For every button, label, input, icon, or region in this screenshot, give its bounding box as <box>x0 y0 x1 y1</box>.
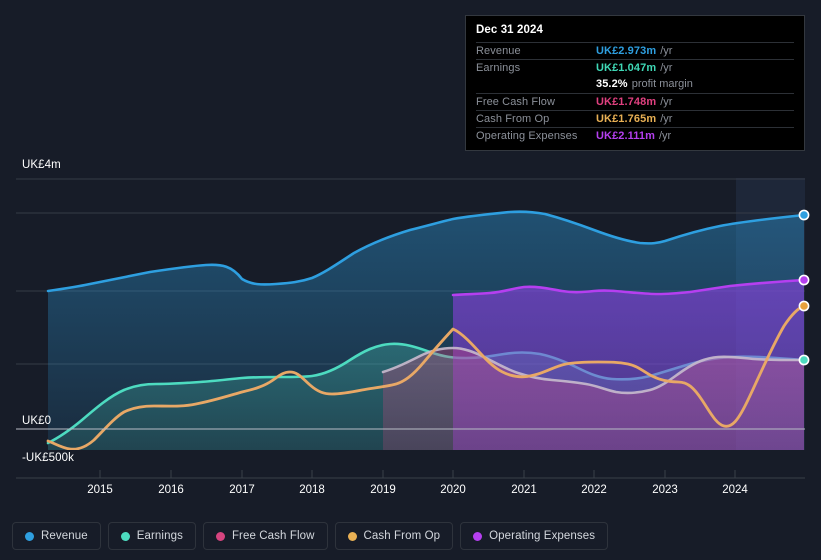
legend-item-earnings[interactable]: Earnings <box>107 522 196 550</box>
tooltip-row-value: UK£1.765m <box>596 113 657 125</box>
tooltip-row-value-wrap: UK£1.748m/yr <box>596 96 672 108</box>
tooltip-row: Operating Expenses UK£2.111m/yr <box>476 127 794 144</box>
tooltip-row-label: Revenue <box>476 45 521 57</box>
tooltip-row: Revenue UK£2.973m/yr <box>476 42 794 59</box>
x-axis-label-2017: 2017 <box>229 484 255 496</box>
tooltip-row-unit: /yr <box>660 45 673 57</box>
tooltip-row-value: UK£1.748m <box>596 96 657 108</box>
legend-item-free-cash-flow[interactable]: Free Cash Flow <box>202 522 328 550</box>
x-axis-label-2015: 2015 <box>87 484 113 496</box>
legend-color-dot-icon <box>473 531 483 541</box>
x-axis-label-2021: 2021 <box>511 484 537 496</box>
y-axis-label-top: UK£4m <box>22 159 61 171</box>
tooltip-date: Dec 31 2024 <box>476 24 543 36</box>
legend-color-dot-icon <box>25 531 34 541</box>
tooltip-row-unit: /yr <box>660 113 673 125</box>
legend-item-label: Earnings <box>136 530 183 542</box>
tooltip-row-unit: /yr <box>660 96 673 108</box>
tooltip-row-value-wrap: 35.2% profit margin <box>596 78 693 90</box>
x-axis-label-2016: 2016 <box>158 484 184 496</box>
tooltip-row-unit: profit margin <box>631 78 693 90</box>
tooltip-row-value-wrap: UK£2.111m/yr <box>596 130 671 142</box>
tooltip-row-value-wrap: UK£2.973m/yr <box>596 45 672 57</box>
endpoint-cash-from-op[interactable] <box>798 300 810 312</box>
x-axis-label-2024: 2024 <box>722 484 748 496</box>
legend-item-label: Free Cash Flow <box>231 530 315 542</box>
tooltip-row: Free Cash Flow UK£1.748m/yr <box>476 93 794 110</box>
tooltip-row: Cash From Op UK£1.765m/yr <box>476 110 794 127</box>
tooltip-row-label: Cash From Op <box>476 113 550 125</box>
x-axis-label-2019: 2019 <box>370 484 396 496</box>
legend-item-label: Operating Expenses <box>489 530 596 542</box>
legend-item-label: Cash From Op <box>363 530 441 542</box>
tooltip-row: 35.2% profit margin <box>476 76 794 93</box>
tooltip-rows: Revenue UK£2.973m/yr Earnings UK£1.047m/yr 3… <box>476 42 794 144</box>
endpoint-operating-expenses[interactable] <box>798 274 810 286</box>
x-axis-label-2023: 2023 <box>652 484 678 496</box>
legend-item-operating-expenses[interactable]: Operating Expenses <box>460 522 609 550</box>
tooltip-row-value: UK£2.111m <box>596 130 655 142</box>
tooltip-row-value: UK£2.973m <box>596 45 657 57</box>
x-axis-label-2020: 2020 <box>440 484 466 496</box>
x-axis-label-2022: 2022 <box>581 484 607 496</box>
chart-legend[interactable]: Revenue Earnings Free Cash Flow Cash From O… <box>12 522 609 550</box>
legend-color-dot-icon <box>120 531 130 541</box>
tooltip-row-label: Earnings <box>476 62 521 74</box>
tooltip-row-value-wrap: UK£1.765m/yr <box>596 113 672 125</box>
tooltip-row-label: Free Cash Flow <box>476 96 556 108</box>
endpoint-earnings[interactable] <box>798 354 810 366</box>
legend-item-revenue[interactable]: Revenue <box>12 522 101 550</box>
tooltip-row-value-wrap: UK£1.047m/yr <box>596 62 672 74</box>
tooltip-row-unit: /yr <box>659 130 672 142</box>
data-tooltip: Dec 31 2024 Revenue UK£2.973m/yr Earnings U… <box>465 15 805 151</box>
endpoint-revenue[interactable] <box>798 209 810 221</box>
legend-item-label: Revenue <box>41 530 88 542</box>
x-axis-label-2018: 2018 <box>299 484 325 496</box>
legend-color-dot-icon <box>215 531 225 541</box>
y-axis-label-bottom: -UK£500k <box>22 452 74 464</box>
legend-item-cash-from-op[interactable]: Cash From Op <box>334 522 454 550</box>
tooltip-row-value: 35.2% <box>596 78 628 90</box>
tooltip-row-unit: /yr <box>660 62 673 74</box>
tooltip-row-label: Operating Expenses <box>476 130 578 142</box>
legend-color-dot-icon <box>347 531 357 541</box>
x-axis-ticks <box>99 470 736 478</box>
y-axis-label-zero: UK£0 <box>22 415 52 427</box>
financial-chart-page: UK£4m UK£0 -UK£500k 2015 2016 2017 2018 2019… <box>0 0 821 560</box>
tooltip-row-value: UK£1.047m <box>596 62 657 74</box>
tooltip-row: Earnings UK£1.047m/yr <box>476 59 794 76</box>
